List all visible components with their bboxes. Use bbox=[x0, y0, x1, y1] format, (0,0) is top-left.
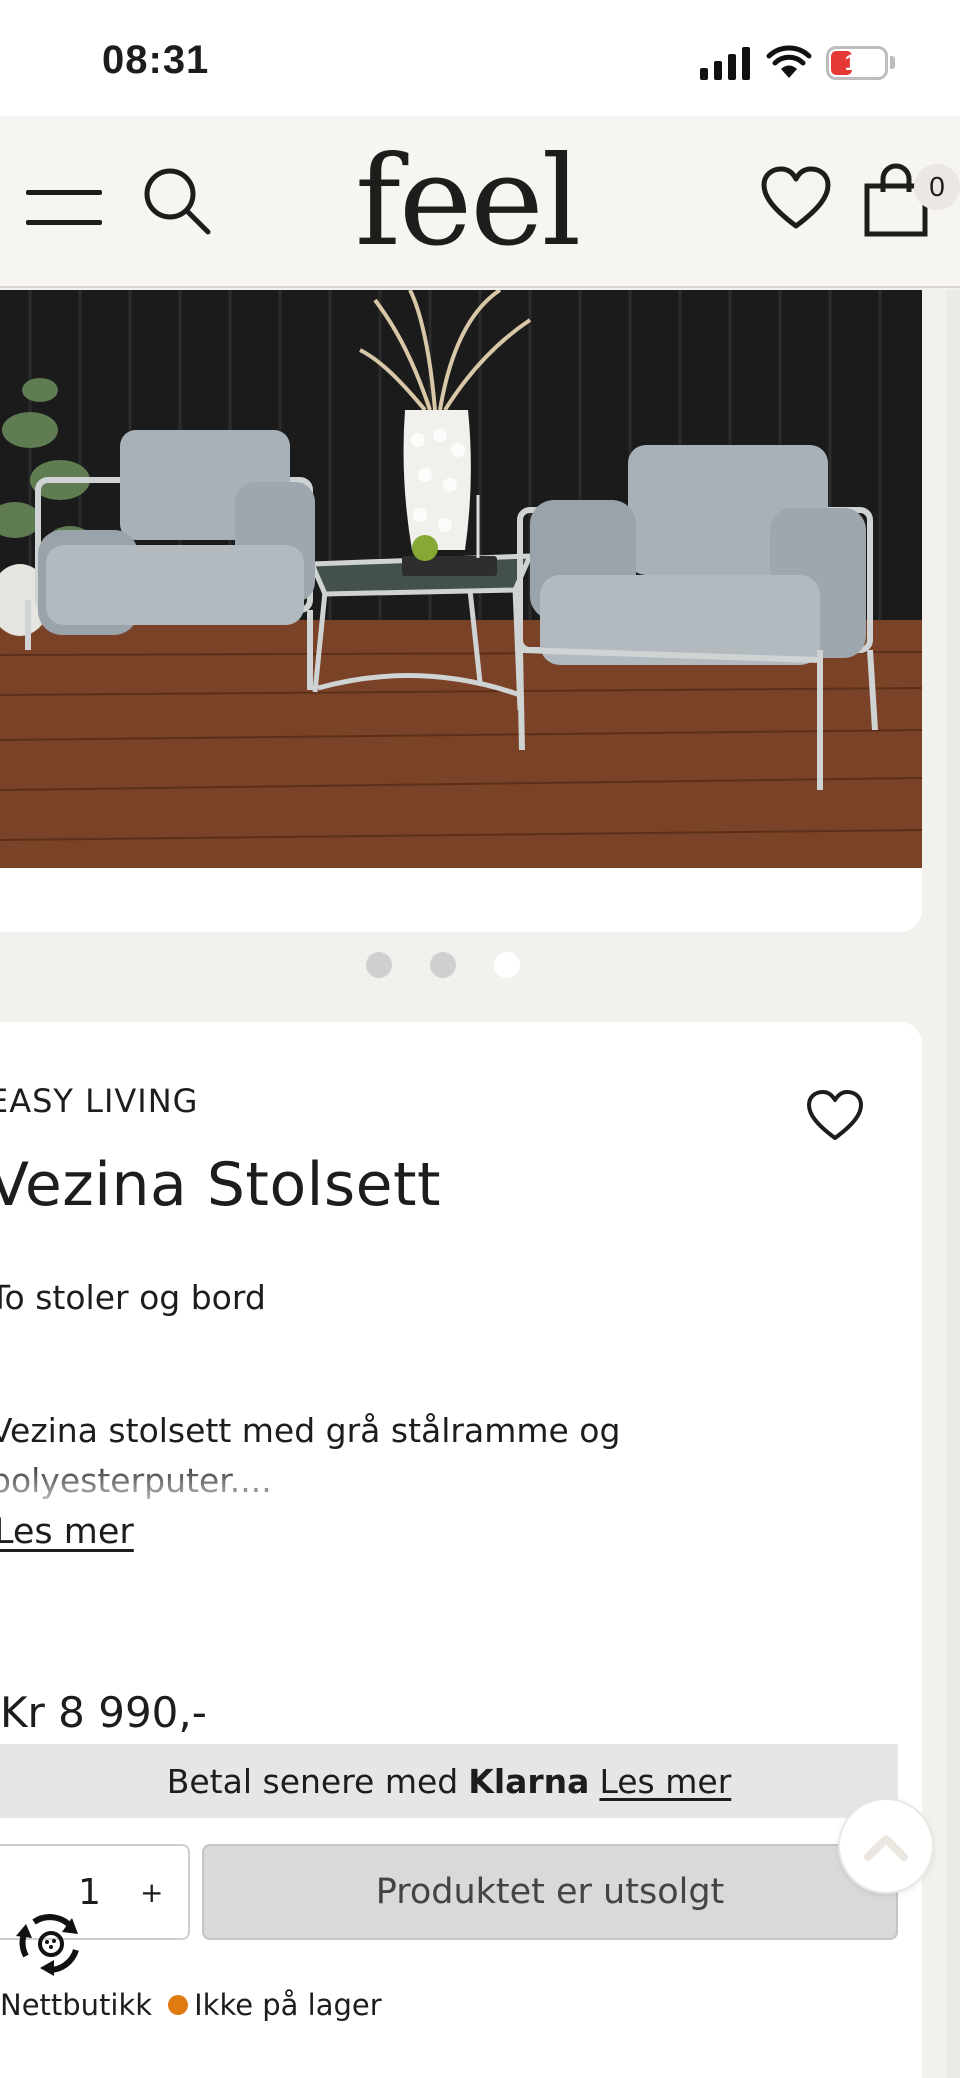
product-image-card bbox=[0, 290, 922, 932]
product-photo[interactable] bbox=[0, 290, 922, 868]
recycle-badge-icon[interactable] bbox=[14, 1906, 88, 1980]
stock-status-dot-icon bbox=[168, 1995, 189, 2015]
wishlist-heart-icon[interactable] bbox=[760, 166, 832, 230]
logo[interactable]: feel bbox=[355, 130, 581, 274]
carousel-dot-3[interactable] bbox=[494, 952, 520, 978]
stock-status: Nettbutikk Ikke på lager bbox=[0, 1988, 382, 2022]
site-header: feel 0 bbox=[0, 116, 960, 288]
quantity-increase-button[interactable]: + bbox=[140, 1876, 163, 1909]
klarna-logo: Klarna bbox=[468, 1761, 590, 1801]
wifi-icon bbox=[766, 45, 812, 78]
stock-channel: Nettbutikk bbox=[0, 1988, 153, 2022]
chevron-up-icon bbox=[864, 1835, 908, 1861]
back-to-top-button[interactable] bbox=[838, 1798, 934, 1894]
status-bar: 08:31 15 bbox=[0, 0, 960, 116]
menu-icon[interactable] bbox=[26, 186, 102, 232]
search-icon[interactable] bbox=[140, 164, 216, 240]
status-time: 08:31 bbox=[102, 38, 210, 82]
carousel-indicator bbox=[0, 952, 922, 982]
read-more-link[interactable]: Les mer bbox=[0, 1512, 134, 1552]
stock-status-text: Ikke på lager bbox=[194, 1988, 382, 2022]
klarna-prefix: Betal senere med bbox=[166, 1761, 459, 1801]
product-title: Vezina Stolsett bbox=[0, 1150, 442, 1220]
favorite-heart-icon[interactable] bbox=[806, 1090, 864, 1142]
klarna-read-more-link[interactable]: Les mer bbox=[599, 1762, 731, 1801]
page-edge bbox=[946, 290, 960, 2078]
product-description: Vezina stolsett med grå stålramme og pol… bbox=[0, 1411, 621, 1500]
klarna-banner: Betal senere med Klarna Les mer bbox=[0, 1744, 898, 1818]
battery-cap bbox=[890, 56, 895, 69]
carousel-dot-1[interactable] bbox=[366, 952, 392, 978]
battery-icon: 15 bbox=[826, 46, 888, 80]
sold-out-button[interactable]: Produktet er utsolgt bbox=[202, 1844, 898, 1940]
battery-level: 15 bbox=[844, 50, 870, 75]
carousel-dot-2[interactable] bbox=[430, 952, 456, 978]
product-info-card: EASY LIVING Vezina Stolsett To stoler og… bbox=[0, 1022, 922, 2078]
cart-count-badge: 0 bbox=[914, 164, 960, 210]
product-price: Kr 8 990,- bbox=[0, 1688, 207, 1737]
product-subtitle: To stoler og bord bbox=[0, 1278, 266, 1317]
product-brand[interactable]: EASY LIVING bbox=[0, 1082, 198, 1120]
signal-icon bbox=[700, 46, 750, 80]
